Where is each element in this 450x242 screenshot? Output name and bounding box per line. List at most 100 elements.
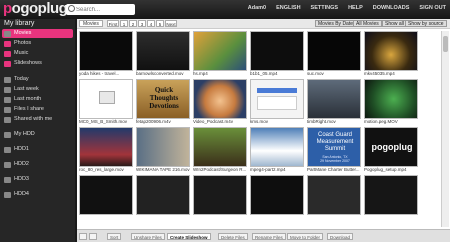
movies-by-date-button[interactable]: Movies By Date xyxy=(315,20,357,27)
move-to-folder-button[interactable]: Move to Folder xyxy=(287,233,324,240)
grid-item[interactable]: yoda hikes - travel... xyxy=(79,31,133,77)
grid-item[interactable] xyxy=(364,175,418,215)
movie-thumbnail[interactable]: Quick Thoughts Devotions xyxy=(136,79,190,119)
movie-thumbnail[interactable] xyxy=(136,31,190,71)
grid-item[interactable]: mkv45035.mp4 xyxy=(364,31,418,77)
rename-button[interactable]: Rename Files xyxy=(252,233,286,240)
grid-item[interactable] xyxy=(136,175,190,215)
sidebar-item-last-month[interactable]: Last month xyxy=(4,95,72,104)
sidebar-item-music[interactable]: Music xyxy=(4,49,72,58)
grid-item[interactable]: motion.peg.MOV xyxy=(364,79,418,125)
movie-thumbnail[interactable] xyxy=(307,31,361,71)
movie-thumbnail[interactable] xyxy=(79,175,133,215)
app-logo[interactable]: pogoplug xyxy=(3,0,68,17)
grid-item[interactable] xyxy=(307,175,361,215)
sidebar-item-hdd3[interactable]: HDD3 xyxy=(4,175,72,184)
grid-item[interactable]: roc_80_res_large.mov xyxy=(79,127,133,173)
movie-thumbnail[interactable] xyxy=(250,31,304,71)
item-caption: Video_Podcast.m4v xyxy=(193,119,233,124)
search-input[interactable] xyxy=(76,4,133,15)
movie-thumbnail[interactable] xyxy=(364,79,418,119)
list-view-icon[interactable] xyxy=(89,233,97,240)
nav-settings[interactable]: SETTINGS xyxy=(311,5,339,11)
grid-item[interactable]: suc.mov xyxy=(307,31,361,77)
sidebar-item-photos[interactable]: Photos xyxy=(4,39,72,48)
grid-item[interactable]: Video_Podcast.m4v xyxy=(193,79,247,125)
clock-icon xyxy=(4,86,11,93)
placeholder-icon xyxy=(99,91,115,104)
grid-item[interactable]: kms.mov xyxy=(250,79,304,125)
nav-help[interactable]: HELP xyxy=(348,5,363,11)
sidebar-item-movies[interactable]: Movies xyxy=(2,29,73,38)
movie-thumbnail[interactable] xyxy=(250,175,304,215)
sidebar-item-hdd4[interactable]: HDD4 xyxy=(4,190,72,199)
pager-page-3[interactable]: 3 xyxy=(138,20,146,27)
sidebar-item-slideshows[interactable]: Slideshows xyxy=(4,59,72,68)
nav-sign-out[interactable]: SIGN OUT xyxy=(419,5,446,11)
movie-thumbnail[interactable] xyxy=(193,175,247,215)
grid-item[interactable]: mpeg4-part2.mp4 xyxy=(250,127,304,173)
sidebar-item-my-hdd[interactable]: My HDD xyxy=(4,130,72,139)
show-by-source-button[interactable]: Show by source xyxy=(405,20,447,27)
movie-thumbnail[interactable] xyxy=(250,79,304,119)
movie-thumbnail[interactable] xyxy=(136,175,190,215)
movie-thumbnail[interactable] xyxy=(193,127,247,167)
pager-page-1[interactable]: 1 xyxy=(120,20,128,27)
grid-view-icon[interactable] xyxy=(79,233,87,240)
sidebar-item-hdd2[interactable]: HDD2 xyxy=(4,160,72,169)
movie-thumbnail[interactable] xyxy=(307,79,361,119)
movie-thumbnail[interactable] xyxy=(193,79,247,119)
sidebar-item-hdd1[interactable]: HDD1 xyxy=(4,145,72,154)
sidebar-item-today[interactable]: Today xyxy=(4,75,72,84)
movie-thumbnail[interactable]: pogoplug xyxy=(364,127,418,167)
nav-user[interactable]: Adam0 xyxy=(248,5,266,11)
pager-page-2[interactable]: 2 xyxy=(129,20,137,27)
tab-movies[interactable]: Movies xyxy=(79,20,103,27)
sidebar-item-shared-with-me[interactable]: Shared with me xyxy=(4,115,72,124)
movie-thumbnail[interactable]: Coast Guard Measurement Summit San Anton… xyxy=(307,127,361,167)
grid-item[interactable]: barnowlsconverted.mov xyxy=(136,31,190,77)
scrollbar[interactable] xyxy=(441,31,449,227)
grid-item[interactable]: Coast Guard Measurement Summit San Anton… xyxy=(307,127,361,173)
unshare-button[interactable]: Unshare Files xyxy=(131,233,165,240)
sidebar-item-last-week[interactable]: Last week xyxy=(4,85,72,94)
show-all-button[interactable]: Show all xyxy=(382,20,407,27)
grid-item[interactable] xyxy=(79,175,133,215)
movie-thumbnail[interactable] xyxy=(79,127,133,167)
nav-language[interactable]: ENGLISH xyxy=(276,5,300,11)
delete-button[interactable]: Delete Files xyxy=(218,233,248,240)
all-movies-button[interactable]: All Movies xyxy=(353,20,382,27)
movie-thumbnail[interactable] xyxy=(79,79,133,119)
pager-page-4[interactable]: 4 xyxy=(147,20,155,27)
movie-thumbnail[interactable] xyxy=(364,175,418,215)
pager-first[interactable]: First xyxy=(107,20,119,27)
item-caption: kms.mov xyxy=(250,119,268,124)
grid-item[interactable]: hs.mp4 xyxy=(193,31,247,77)
item-caption: hs.mp4 xyxy=(193,71,208,76)
grid-item[interactable]: b1b1_05.mp4 xyxy=(250,31,304,77)
create-slideshow-button[interactable]: Create Slideshow xyxy=(167,233,211,240)
item-caption: timbRight.mov xyxy=(307,119,336,124)
grid-item[interactable]: WIKIMANA TAPE 216.mov xyxy=(136,127,190,173)
movie-thumbnail[interactable] xyxy=(364,31,418,71)
movie-thumbnail[interactable] xyxy=(193,31,247,71)
pager-page-5[interactable]: 5 xyxy=(156,20,164,27)
pager-next[interactable]: Next xyxy=(165,20,177,27)
sort-button[interactable]: Sort xyxy=(107,233,122,240)
movie-thumbnail[interactable] xyxy=(79,31,133,71)
grid-item[interactable] xyxy=(193,175,247,215)
grid-item[interactable]: Quick Thoughts Devotions fetap200906.m4v xyxy=(136,79,190,125)
grid-item[interactable]: MC0_MS_B_Smith.mov xyxy=(79,79,133,125)
grid-item[interactable]: WIn2Podcast/Surgeon R... xyxy=(193,127,247,173)
scrollbar-thumb[interactable] xyxy=(443,36,448,52)
grid-item[interactable] xyxy=(250,175,304,215)
download-button[interactable]: Download xyxy=(327,233,354,240)
movie-thumbnail[interactable] xyxy=(250,127,304,167)
grid-item[interactable]: timbRight.mov xyxy=(307,79,361,125)
movie-thumbnail[interactable] xyxy=(307,175,361,215)
movie-thumbnail[interactable] xyxy=(136,127,190,167)
sidebar-item-files-i-share[interactable]: Files I share xyxy=(4,105,72,114)
nav-downloads[interactable]: DOWNLOADS xyxy=(373,5,410,11)
search-box[interactable] xyxy=(66,4,135,15)
grid-item[interactable]: pogoplug Pogoplug_setup.mp4 xyxy=(364,127,418,173)
